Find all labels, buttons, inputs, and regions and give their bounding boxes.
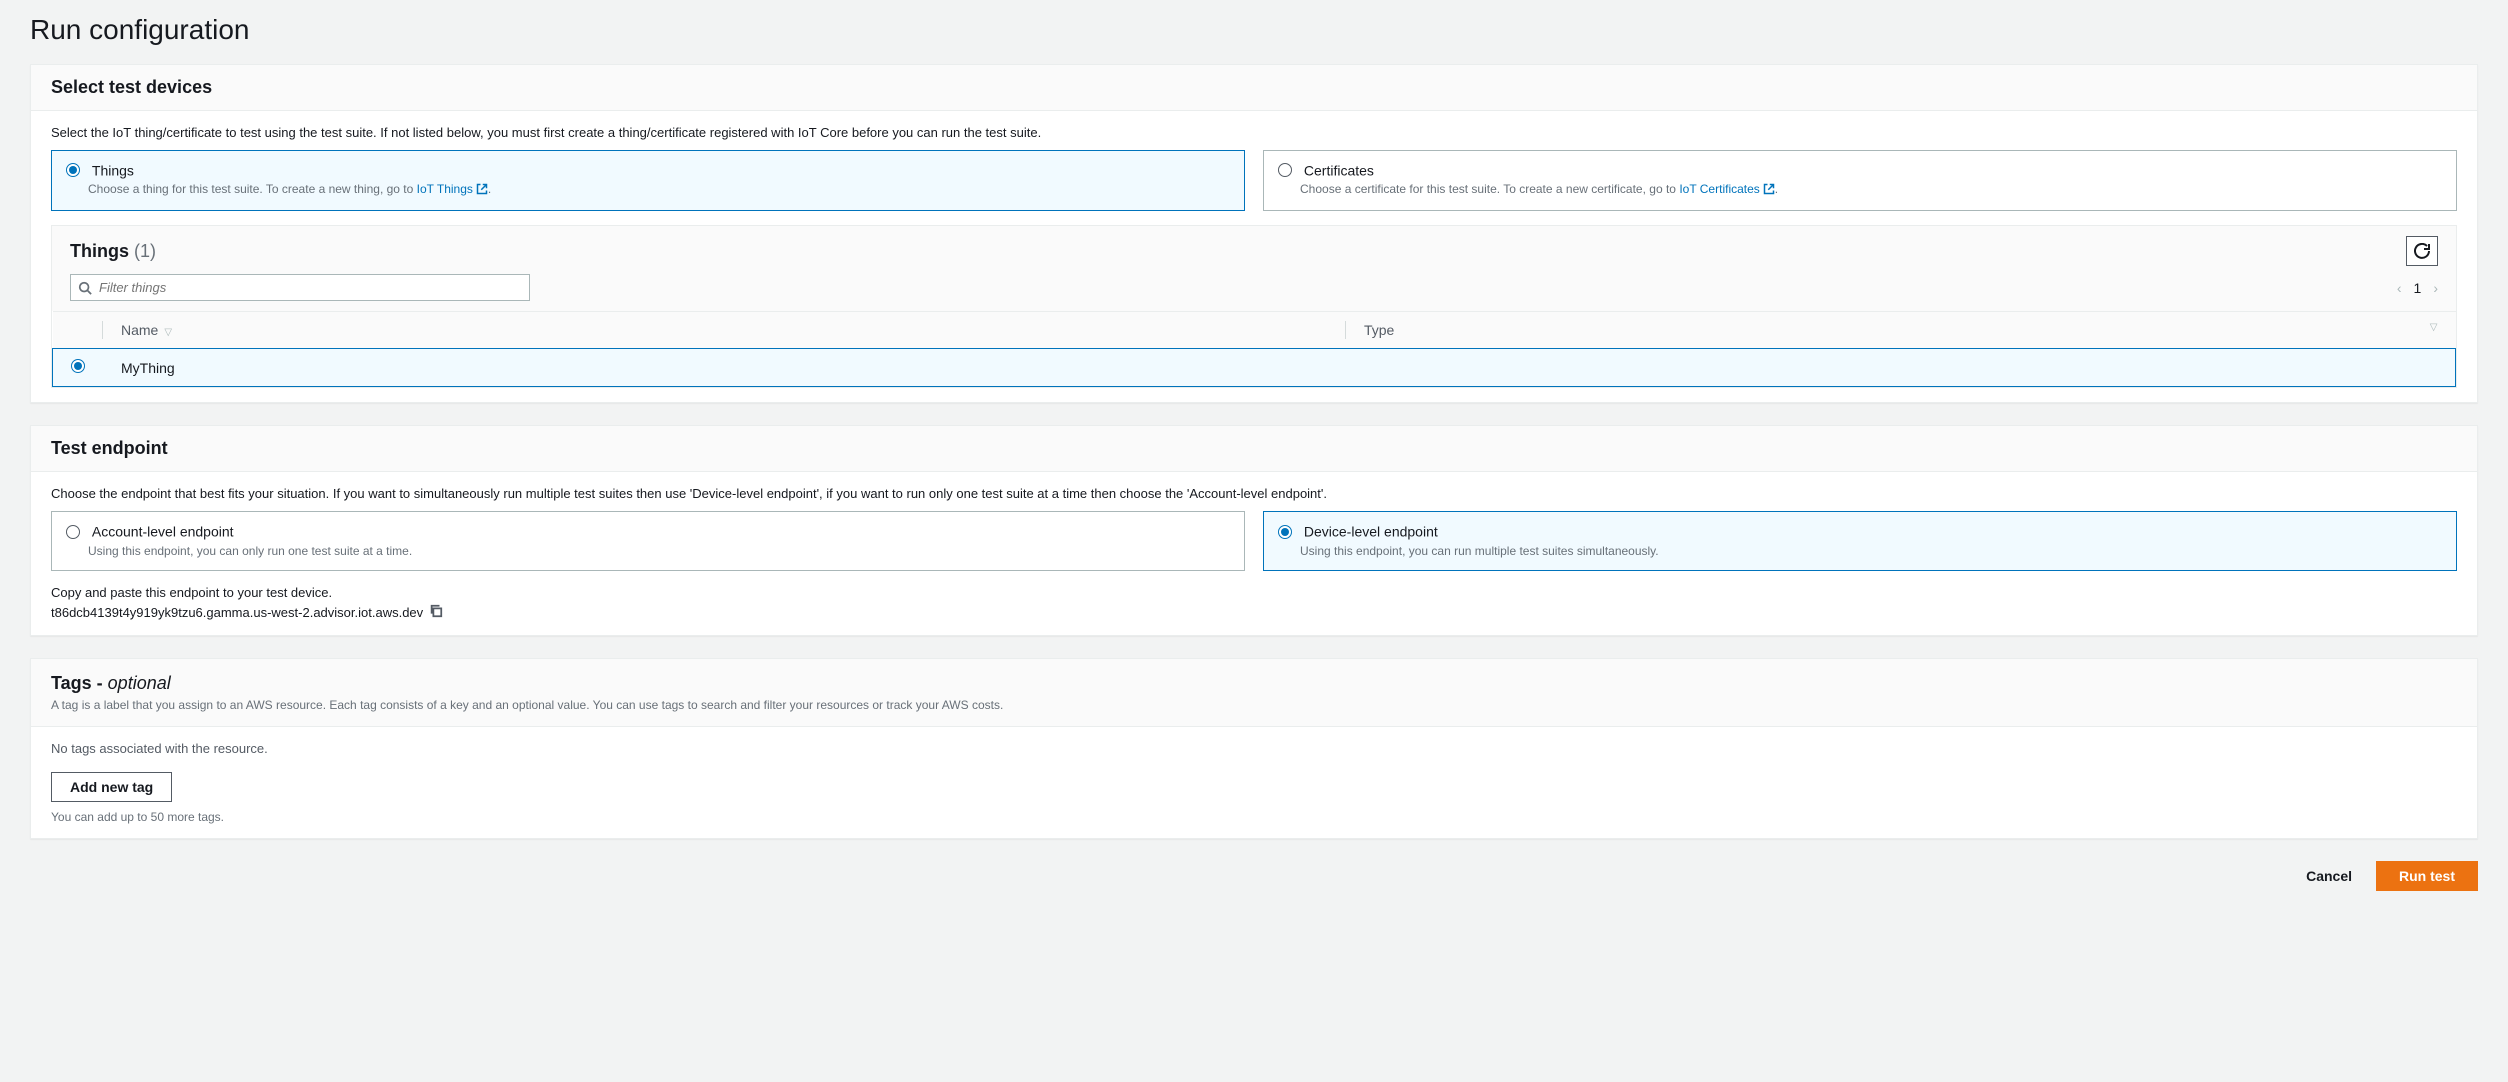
refresh-button[interactable] — [2406, 236, 2438, 266]
iot-things-link[interactable]: IoT Things — [417, 182, 488, 196]
test-endpoint-panel: Test endpoint Choose the endpoint that b… — [30, 425, 2478, 635]
iot-certificates-link[interactable]: IoT Certificates — [1679, 182, 1774, 196]
cell-type — [1346, 349, 2456, 387]
col-select — [53, 312, 104, 349]
things-subpanel-title: Things (1) — [70, 241, 156, 262]
tile-certificates-desc: Choose a certificate for this test suite… — [1300, 182, 2442, 198]
tile-things-title: Things — [92, 162, 134, 178]
next-page-button[interactable]: › — [2433, 280, 2438, 296]
tags-description: A tag is a label that you assign to an A… — [51, 698, 2457, 712]
cell-name: MyThing — [103, 349, 1346, 387]
tile-account-endpoint[interactable]: Account-level endpoint Using this endpoi… — [51, 511, 1245, 570]
col-name[interactable]: Name▽ — [103, 312, 1346, 349]
filter-things-input[interactable] — [70, 274, 530, 301]
tile-account-desc: Using this endpoint, you can only run on… — [88, 544, 1230, 558]
copy-icon[interactable] — [429, 604, 443, 621]
tile-account-title: Account-level endpoint — [92, 524, 234, 540]
run-test-button[interactable]: Run test — [2376, 861, 2478, 891]
tile-device-endpoint[interactable]: Device-level endpoint Using this endpoin… — [1263, 511, 2457, 570]
things-subpanel: Things (1) ‹ 1 › — [51, 225, 2457, 388]
add-new-tag-button[interactable]: Add new tag — [51, 772, 172, 802]
radio-icon — [1278, 525, 1292, 539]
endpoint-value: t86dcb4139t4y919yk9tzu6.gamma.us-west-2.… — [51, 605, 423, 620]
filter-things-wrap — [70, 274, 530, 301]
external-link-icon — [476, 183, 488, 198]
tags-header: Tags - optional — [51, 673, 2457, 694]
tile-things-desc: Choose a thing for this test suite. To c… — [88, 182, 1230, 198]
tile-device-desc: Using this endpoint, you can run multipl… — [1300, 544, 2442, 558]
table-row[interactable]: MyThing — [53, 349, 2456, 387]
tag-limit-text: You can add up to 50 more tags. — [51, 810, 2457, 824]
tile-certificates[interactable]: Certificates Choose a certificate for th… — [1263, 150, 2457, 211]
test-endpoint-description: Choose the endpoint that best fits your … — [51, 486, 2457, 501]
things-table: Name▽ Type▽ MyThing — [52, 311, 2456, 387]
tags-panel: Tags - optional A tag is a label that yo… — [30, 658, 2478, 839]
external-link-icon — [1763, 183, 1775, 198]
radio-icon[interactable] — [71, 359, 85, 373]
tile-device-title: Device-level endpoint — [1304, 524, 1438, 540]
radio-icon — [1278, 163, 1292, 177]
col-type[interactable]: Type▽ — [1346, 312, 2456, 349]
prev-page-button[interactable]: ‹ — [2397, 280, 2402, 296]
select-devices-description: Select the IoT thing/certificate to test… — [51, 125, 2457, 140]
radio-icon — [66, 163, 80, 177]
select-test-devices-panel: Select test devices Select the IoT thing… — [30, 64, 2478, 403]
test-endpoint-header: Test endpoint — [31, 426, 2477, 472]
radio-icon — [66, 525, 80, 539]
sort-icon: ▽ — [164, 327, 172, 338]
select-test-devices-header: Select test devices — [31, 65, 2477, 111]
footer-actions: Cancel Run test — [30, 861, 2478, 891]
paginator: ‹ 1 › — [2397, 280, 2438, 296]
endpoint-copy-instruction: Copy and paste this endpoint to your tes… — [51, 585, 2457, 600]
tile-things[interactable]: Things Choose a thing for this test suit… — [51, 150, 1245, 211]
tile-certificates-title: Certificates — [1304, 162, 1374, 178]
page-number: 1 — [2414, 280, 2422, 296]
no-tags-text: No tags associated with the resource. — [51, 741, 2457, 756]
cancel-button[interactable]: Cancel — [2296, 861, 2362, 891]
page-title: Run configuration — [30, 14, 2478, 46]
sort-icon: ▽ — [2430, 322, 2438, 333]
search-icon — [78, 281, 92, 295]
